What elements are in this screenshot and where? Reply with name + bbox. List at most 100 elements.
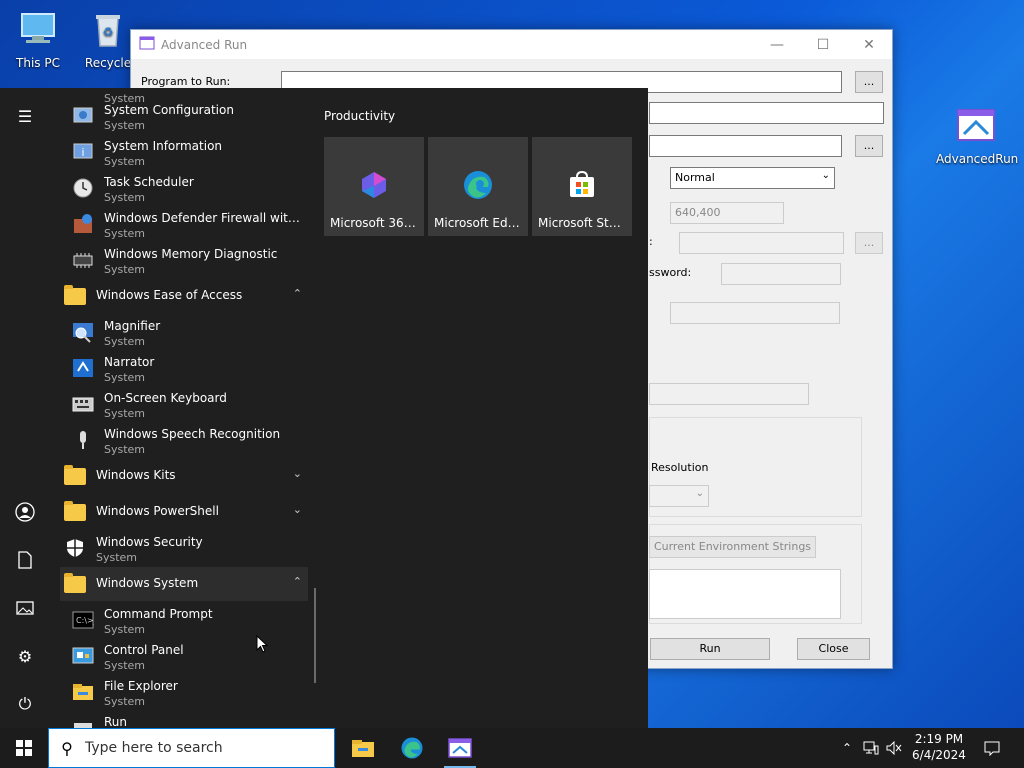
list-item-windows-speech-recognition[interactable]: Windows Speech Recognition System: [60, 425, 308, 461]
run-icon: [72, 717, 94, 728]
chevron-down-icon: ⌄: [695, 488, 704, 499]
current-environment-label: Current Environment Strings: [653, 540, 812, 553]
app-name: Magnifier: [104, 319, 161, 333]
list-item-command-prompt[interactable]: C:\>_ Command Prompt System: [60, 605, 308, 641]
app-subtitle: System: [104, 227, 146, 240]
app-name: File Explorer: [104, 679, 178, 693]
window-titlebar[interactable]: Advanced Run — ☐ ✕: [131, 30, 892, 59]
mouse-cursor-icon: [256, 634, 269, 656]
app-list[interactable]: System System Configuration System i Sys…: [50, 88, 312, 728]
edge-icon: [401, 737, 423, 759]
app-subtitle: System: [104, 119, 146, 132]
documents-icon[interactable]: [0, 540, 50, 580]
windows-logo-icon: [16, 740, 32, 756]
power-icon[interactable]: ⏻: [0, 684, 50, 724]
app-name: System Information: [104, 139, 223, 153]
start-directory-field[interactable]: [649, 135, 842, 157]
list-item-run[interactable]: Run: [60, 713, 308, 728]
close-button[interactable]: Close: [797, 638, 870, 660]
app-icon: [139, 35, 155, 54]
app-name: Windows Memory Diagnostic: [104, 247, 278, 261]
taskbar-search-box[interactable]: ⚲ Type here to search: [48, 728, 335, 768]
list-item-system-configuration[interactable]: System Configuration System: [60, 101, 308, 137]
environment-field[interactable]: [649, 383, 809, 405]
group-name: Windows Ease of Access: [96, 288, 243, 302]
app-name: Narrator: [104, 355, 155, 369]
pictures-icon[interactable]: [0, 588, 50, 628]
window-position-field[interactable]: 640,400: [670, 202, 784, 224]
file-explorer-icon: [72, 681, 94, 703]
microsoft-365-icon: [358, 169, 390, 201]
start-menu[interactable]: ☰ ⚙ ⏻ System System Configuration System…: [0, 88, 648, 728]
search-placeholder: Type here to search: [85, 740, 223, 756]
environment-textarea[interactable]: [649, 569, 841, 619]
hamburger-menu-icon[interactable]: ☰: [0, 96, 50, 136]
list-item-windows-memory-diagnostic[interactable]: Windows Memory Diagnostic System: [60, 245, 308, 281]
microphone-icon: [72, 429, 94, 451]
app-subtitle: System: [104, 659, 146, 672]
chevron-down-icon: ⌄: [292, 503, 302, 516]
current-environment-button[interactable]: Current Environment Strings: [649, 536, 816, 558]
store-icon: [566, 169, 598, 201]
desktop-icon-this-pc[interactable]: This PC: [0, 8, 76, 70]
folder-icon: [64, 573, 86, 593]
command-line-field[interactable]: [649, 102, 884, 124]
taskbar-advancedrun[interactable]: [436, 728, 484, 768]
browse-program-button[interactable]: ...: [855, 71, 883, 93]
app-subtitle: System: [104, 335, 146, 348]
start-rail: ☰ ⚙ ⏻: [0, 88, 50, 728]
app-list-scrollbar[interactable]: [314, 588, 316, 683]
group-windows-system[interactable]: Windows System ⌃: [60, 567, 308, 601]
control-panel-icon: [72, 645, 94, 667]
desktop-icon-advancedrun[interactable]: AdvancedRun: [936, 104, 1018, 166]
app-subtitle: System: [104, 155, 146, 168]
password-field[interactable]: [721, 263, 841, 285]
maximize-icon[interactable]: ☐: [800, 30, 846, 59]
group-windows-ease-of-access[interactable]: Windows Ease of Access ⌃: [60, 279, 308, 313]
list-item-windows-security[interactable]: Windows Security System: [52, 533, 300, 569]
svg-text:C:\>_: C:\>_: [76, 616, 94, 625]
edge-icon: [462, 169, 494, 201]
minimize-icon[interactable]: —: [754, 30, 800, 59]
list-item-system-information[interactable]: i System Information System: [60, 137, 308, 173]
app-name: System Configuration: [104, 103, 234, 117]
resolution-select[interactable]: ⌄: [649, 485, 709, 507]
user-browse-button[interactable]: ...: [855, 232, 883, 254]
group-windows-powershell[interactable]: Windows PowerShell ⌄: [60, 495, 308, 529]
list-item-file-explorer[interactable]: File Explorer System: [60, 677, 308, 713]
tile-microsoft-edge[interactable]: Microsoft Edge: [428, 137, 528, 236]
volume-muted-icon[interactable]: [884, 728, 904, 768]
browse-directory-button[interactable]: ...: [855, 135, 883, 157]
settings-gear-icon[interactable]: ⚙: [0, 636, 50, 676]
run-button[interactable]: Run: [650, 638, 770, 660]
tile-microsoft-365[interactable]: Microsoft 365...: [324, 137, 424, 236]
network-icon[interactable]: [860, 728, 882, 768]
list-item-windows-defender-firewall[interactable]: Windows Defender Firewall with Ad... Sys…: [60, 209, 308, 245]
user-account-icon[interactable]: [0, 492, 50, 532]
list-item-control-panel[interactable]: Control Panel System: [60, 641, 308, 677]
app-name: Command Prompt: [104, 607, 213, 621]
clock-date: 6/4/2024: [912, 748, 966, 762]
show-hidden-icons-chevron[interactable]: ⌃: [838, 728, 856, 768]
app-name: Windows Speech Recognition: [104, 427, 281, 441]
close-icon[interactable]: ✕: [846, 30, 892, 59]
recycle-bin-icon: ♻: [86, 8, 130, 52]
svg-text:♻: ♻: [103, 25, 114, 39]
window-state-value: Normal: [675, 171, 715, 184]
window-state-select[interactable]: Normal ⌄: [670, 167, 835, 189]
taskbar-file-explorer[interactable]: [339, 728, 387, 768]
list-item-on-screen-keyboard[interactable]: On-Screen Keyboard System: [60, 389, 308, 425]
advancedrun-icon: [448, 738, 472, 758]
group-windows-kits[interactable]: Windows Kits ⌄: [60, 459, 308, 493]
folder-icon: [64, 465, 86, 485]
list-item-task-scheduler[interactable]: Task Scheduler System: [60, 173, 308, 209]
start-button[interactable]: [0, 728, 48, 768]
taskbar-clock[interactable]: 2:19 PM 6/4/2024: [906, 731, 972, 763]
tile-microsoft-store[interactable]: Microsoft Store: [532, 137, 632, 236]
action-center-icon[interactable]: [980, 728, 1004, 768]
list-item-narrator[interactable]: Narrator System: [60, 353, 308, 389]
list-item-magnifier[interactable]: Magnifier System: [60, 317, 308, 353]
option-field[interactable]: [670, 302, 840, 324]
user-name-field[interactable]: [679, 232, 844, 254]
taskbar-edge[interactable]: [388, 728, 436, 768]
